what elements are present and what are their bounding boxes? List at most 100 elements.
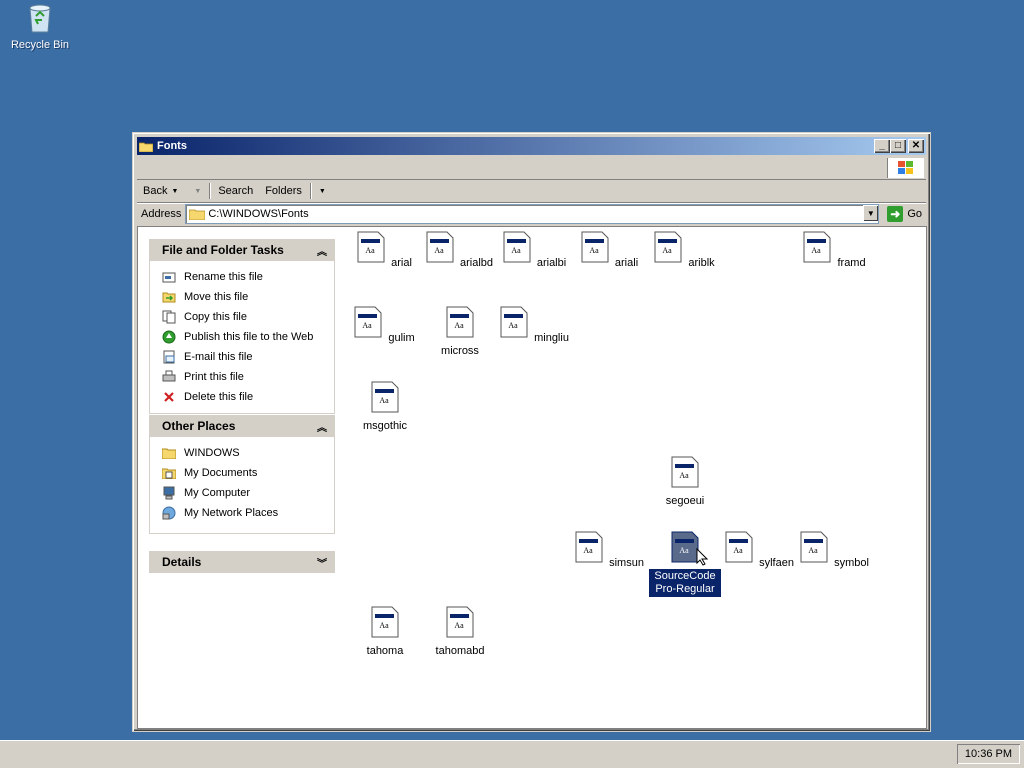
mouse-pointer-icon <box>696 548 708 566</box>
address-dropdown-icon[interactable]: ▼ <box>863 205 879 221</box>
file-name: arial <box>391 257 412 269</box>
task-delete[interactable]: Delete this file <box>161 387 334 407</box>
font-file-icon: Aa <box>671 456 699 488</box>
font-file-icon: Aa <box>371 606 399 638</box>
file-item-selected[interactable]: Aa SourceCodePro-Regular <box>648 531 722 598</box>
move-icon <box>161 289 177 305</box>
font-file-icon: Aa <box>357 231 385 263</box>
file-item[interactable]: Aa sylfaen <box>724 531 796 571</box>
address-value: C:\WINDOWS\Fonts <box>208 208 309 220</box>
folders-button[interactable]: Folders <box>259 182 308 200</box>
font-file-icon: Aa <box>803 231 831 263</box>
place-windows[interactable]: WINDOWS <box>161 443 334 463</box>
address-label: Address <box>141 208 182 220</box>
file-item[interactable]: Aa framd <box>799 231 871 271</box>
place-my-computer[interactable]: My Computer <box>161 483 334 503</box>
task-label: Rename this file <box>184 271 263 283</box>
svg-text:Aa: Aa <box>454 621 464 630</box>
file-item[interactable]: Aa micross <box>424 306 496 359</box>
task-print[interactable]: Print this file <box>161 367 334 387</box>
search-button[interactable]: Search <box>212 182 259 200</box>
file-name: ariblk <box>688 257 715 269</box>
search-label: Search <box>218 185 254 197</box>
file-item[interactable]: Aa arial <box>349 231 421 271</box>
taskbar: 10:36 PM <box>0 740 1024 768</box>
task-publish[interactable]: Publish this file to the Web <box>161 327 334 347</box>
file-item[interactable]: Aa tahoma <box>349 606 421 659</box>
views-dropdown[interactable]: ▼ <box>313 182 332 200</box>
file-item[interactable]: Aa arialbd <box>424 231 496 271</box>
task-label: Copy this file <box>184 311 247 323</box>
minimize-icon: _ <box>879 140 885 151</box>
file-item[interactable]: Aa segoeui <box>649 456 721 509</box>
file-item[interactable]: Aa msgothic <box>349 381 421 434</box>
task-email[interactable]: E-mail this file <box>161 347 334 367</box>
folder-icon <box>161 445 177 461</box>
forward-dropdown[interactable]: ▼ <box>184 182 207 200</box>
svg-text:Aa: Aa <box>365 246 375 255</box>
place-label: My Computer <box>184 487 251 499</box>
place-label: My Documents <box>184 467 258 479</box>
expand-icon[interactable]: ︾ <box>317 555 327 570</box>
task-label: Print this file <box>184 371 244 383</box>
task-copy[interactable]: Copy this file <box>161 307 334 327</box>
font-file-icon: Aa <box>426 231 454 263</box>
rename-icon <box>161 269 177 285</box>
system-clock[interactable]: 10:36 PM <box>957 744 1020 764</box>
task-move[interactable]: Move this file <box>161 287 334 307</box>
network-icon <box>161 505 177 521</box>
place-my-documents[interactable]: My Documents <box>161 463 334 483</box>
file-name: tahoma <box>366 645 404 657</box>
task-label: Delete this file <box>184 391 254 403</box>
file-item[interactable]: Aa ariali <box>574 231 646 271</box>
file-name: framd <box>837 257 866 269</box>
details-header[interactable]: Details ︾ <box>149 551 335 573</box>
title-bar[interactable]: Fonts _ □ ✕ <box>137 137 926 155</box>
go-button[interactable]: ➜ Go <box>879 206 926 222</box>
toolbar: Back ▼ ▼ Search Folders ▼ <box>137 180 926 203</box>
svg-text:Aa: Aa <box>511 246 521 255</box>
maximize-icon: □ <box>894 140 902 151</box>
file-item[interactable]: Aa tahomabd <box>424 606 496 659</box>
maximize-button[interactable]: □ <box>890 139 906 153</box>
file-name: arialbd <box>460 257 494 269</box>
clock-time: 10:36 PM <box>964 748 1012 760</box>
font-file-icon: Aa <box>500 306 528 338</box>
address-input[interactable]: C:\WINDOWS\Fonts ▼ <box>185 204 880 224</box>
back-dropdown-icon[interactable]: ▼ <box>171 188 178 195</box>
file-name: ariali <box>614 257 639 269</box>
file-item[interactable]: Aa symbol <box>799 531 871 571</box>
window-title: Fonts <box>157 140 187 152</box>
go-arrow-icon: ➜ <box>887 206 904 222</box>
recycle-bin-desktop-icon[interactable]: Recycle Bin <box>8 2 72 51</box>
email-icon <box>161 349 177 365</box>
file-item[interactable]: Aa arialbi <box>499 231 571 271</box>
file-name: symbol <box>834 557 869 569</box>
recycle-bin-icon <box>29 4 51 33</box>
minimize-button[interactable]: _ <box>874 139 890 153</box>
file-item[interactable]: Aa ariblk <box>649 231 721 271</box>
forward-dropdown-icon: ▼ <box>194 187 202 195</box>
font-file-icon: Aa <box>654 231 682 263</box>
file-item[interactable]: Aa mingliu <box>499 306 571 346</box>
file-folder-tasks-panel: File and Folder Tasks ︽ Rename this file… <box>149 239 335 414</box>
font-file-icon: Aa <box>800 531 828 563</box>
place-my-network[interactable]: My Network Places <box>161 503 334 523</box>
globe-icon <box>161 329 177 345</box>
font-file-icon: Aa <box>503 231 531 263</box>
close-button[interactable]: ✕ <box>908 139 924 153</box>
collapse-icon[interactable]: ︽ <box>317 243 327 258</box>
file-name: SourceCodePro-Regular <box>648 568 722 598</box>
svg-text:Aa: Aa <box>379 621 389 630</box>
views-dropdown-icon: ▼ <box>318 187 326 195</box>
file-folder-tasks-header[interactable]: File and Folder Tasks ︽ <box>149 239 335 261</box>
back-label: Back <box>143 185 168 197</box>
file-name: msgothic <box>362 420 408 432</box>
task-label: E-mail this file <box>184 351 253 363</box>
file-item[interactable]: Aa gulim <box>349 306 421 346</box>
back-button[interactable]: Back ▼ <box>137 182 184 200</box>
other-places-header[interactable]: Other Places ︽ <box>149 415 335 437</box>
collapse-icon[interactable]: ︽ <box>317 419 327 434</box>
task-rename[interactable]: Rename this file <box>161 267 334 287</box>
file-item[interactable]: Aa simsun <box>574 531 646 571</box>
